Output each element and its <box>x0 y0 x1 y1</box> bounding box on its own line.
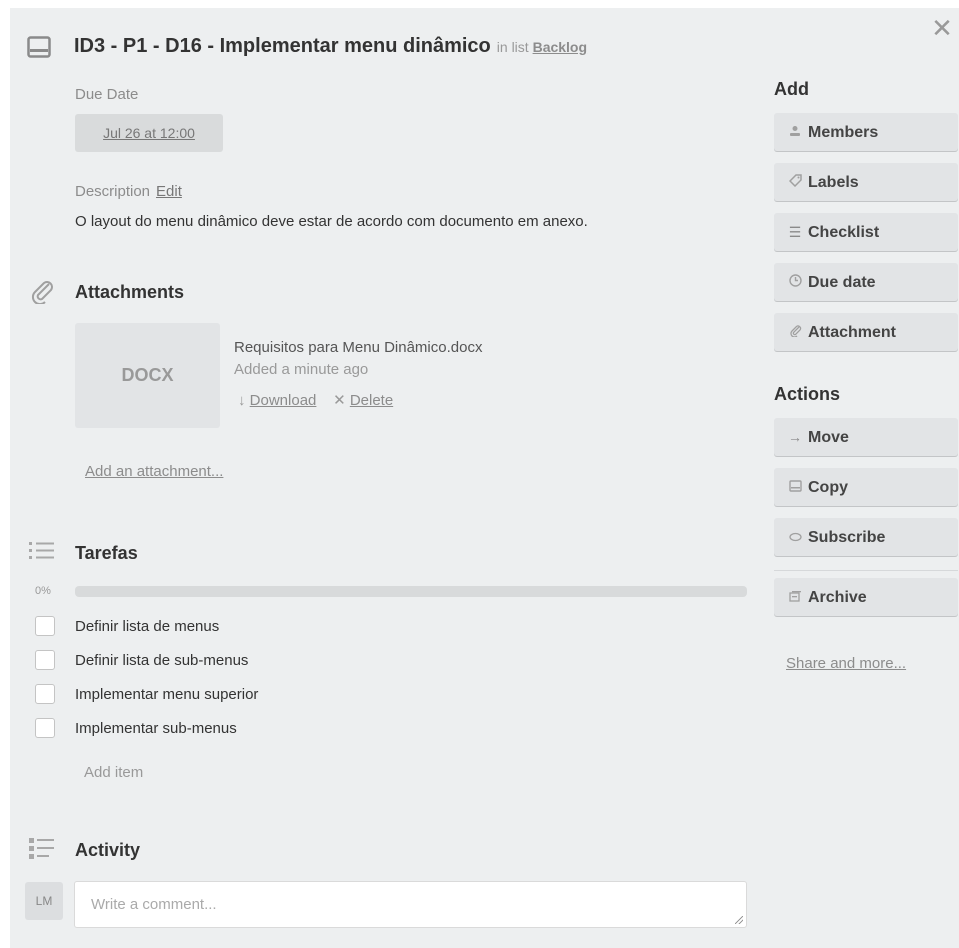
attachment-thumbnail[interactable]: DOCX <box>75 323 220 428</box>
checklist-button[interactable]: ☰ Checklist <box>774 213 958 251</box>
close-icon[interactable]: ✕ <box>930 15 954 41</box>
delete-icon: ✕ <box>333 392 346 409</box>
archive-icon <box>788 578 802 616</box>
arrow-right-icon: → <box>788 429 802 445</box>
list-link[interactable]: Backlog <box>533 39 587 55</box>
tag-icon <box>788 163 802 201</box>
card-title-text[interactable]: ID3 - P1 - D16 - Implementar menu dinâmi… <box>74 35 491 57</box>
description-edit-link[interactable]: Edit <box>156 183 182 200</box>
add-heading: Add <box>774 79 809 99</box>
checklist-icon <box>29 541 55 566</box>
attachment-type-label: DOCX <box>121 365 174 385</box>
in-list-prefix: in list Backlog <box>496 39 588 55</box>
checklist-item-checkbox[interactable] <box>35 616 55 636</box>
attachments-heading: Attachments <box>75 282 185 302</box>
comment-box[interactable] <box>74 881 747 928</box>
copy-button[interactable]: Copy <box>774 468 958 506</box>
archive-button[interactable]: Archive <box>774 578 958 616</box>
description-text: O layout do menu dinâmico deve estar de … <box>75 213 588 230</box>
subscribe-button[interactable]: Subscribe <box>774 518 958 556</box>
attachment-actions: ↓ Download ✕ Delete <box>238 391 393 409</box>
due-date-value[interactable]: Jul 26 at 12:00 <box>103 125 195 141</box>
comment-input[interactable] <box>89 882 746 927</box>
due-date-button[interactable]: Due date <box>774 263 958 301</box>
attachment-meta: Added a minute ago <box>234 361 369 378</box>
resize-handle-icon[interactable] <box>735 916 743 924</box>
attachment-name: Requisitos para Menu Dinâmico.docx <box>234 339 483 356</box>
avatar[interactable]: LM <box>25 882 63 920</box>
actions-heading: Actions <box>774 384 841 404</box>
card-title[interactable]: ID3 - P1 - D16 - Implementar menu dinâmi… <box>74 35 587 58</box>
checklist-item-label[interactable]: Implementar sub-menus <box>75 720 237 737</box>
share-and-more-link[interactable]: Share and more... <box>786 655 906 672</box>
checklist-progress-bar <box>75 586 747 597</box>
checklist-progress-label: 0% <box>35 585 51 597</box>
checklist-item-checkbox[interactable] <box>35 684 55 704</box>
attachment-button[interactable]: Attachment <box>774 313 958 351</box>
list-icon: ☰ <box>788 224 802 240</box>
card-icon <box>27 36 51 58</box>
description-header: Description Edit <box>75 183 182 200</box>
eye-icon <box>788 518 802 556</box>
checklist-item-checkbox[interactable] <box>35 718 55 738</box>
activity-heading: Activity <box>75 840 141 860</box>
description-label: Description <box>75 183 151 200</box>
add-attachment-link[interactable]: Add an attachment... <box>85 463 223 480</box>
members-button[interactable]: Members <box>774 113 958 151</box>
activity-icon <box>29 838 55 865</box>
paperclip-icon <box>29 278 55 309</box>
labels-button[interactable]: Labels <box>774 163 958 201</box>
checklist-item-label[interactable]: Implementar menu superior <box>75 686 258 703</box>
checklist-item-label[interactable]: Definir lista de menus <box>75 618 219 635</box>
download-link[interactable]: Download <box>250 392 317 409</box>
due-date-badge[interactable]: Jul 26 at 12:00 <box>75 114 223 152</box>
delete-link[interactable]: Delete <box>350 392 393 409</box>
move-button[interactable]: → Move <box>774 418 958 456</box>
checklist-item-checkbox[interactable] <box>35 650 55 670</box>
sidebar-divider <box>774 570 958 571</box>
card-icon <box>788 468 802 506</box>
due-date-label: Due Date <box>75 86 139 103</box>
checklist-item-label[interactable]: Definir lista de sub-menus <box>75 652 248 669</box>
paperclip-icon <box>788 313 802 351</box>
clock-icon <box>788 263 802 301</box>
download-icon: ↓ <box>238 392 246 409</box>
add-checklist-item[interactable]: Add item <box>84 764 143 781</box>
checklist-heading: Tarefas <box>75 543 138 563</box>
person-icon <box>788 113 802 151</box>
